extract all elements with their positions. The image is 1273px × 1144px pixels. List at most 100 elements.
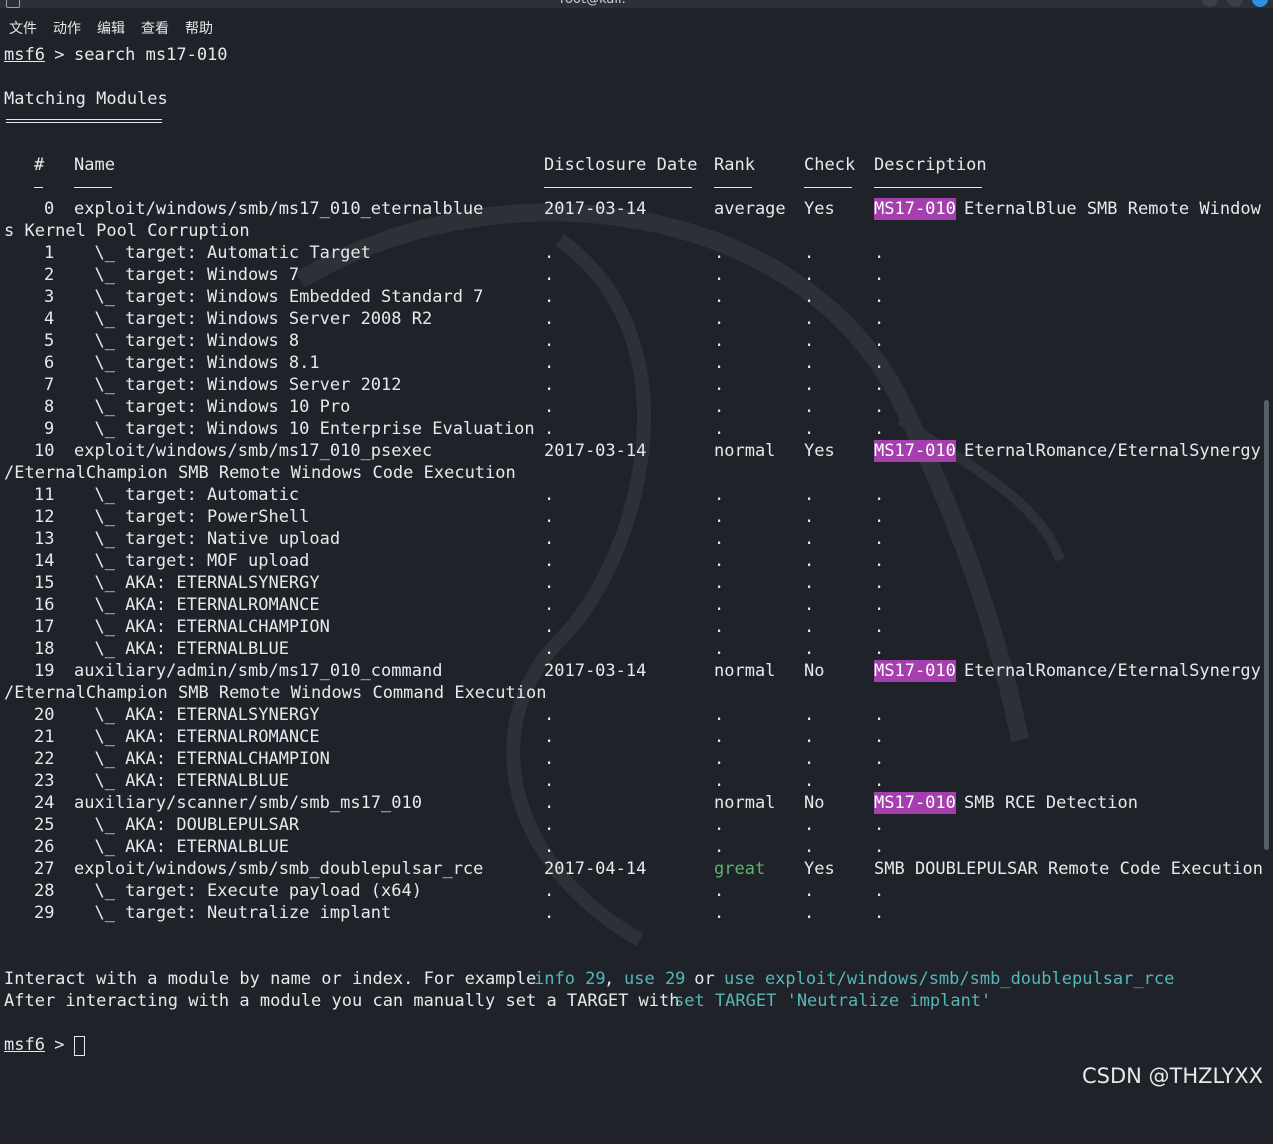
row-tag: MS17-010 [874, 198, 956, 220]
row-rank: . [714, 881, 725, 901]
row-rank: . [714, 507, 725, 527]
row-check: . [804, 705, 815, 725]
row-rank: average [714, 199, 786, 219]
row-description: . [874, 419, 885, 439]
row-check: . [804, 375, 815, 395]
header-check-underline [804, 187, 852, 188]
table-row: 10 exploit/windows/smb/ms17_010_psexec 201… [0, 440, 1273, 462]
row-date: . [544, 793, 555, 813]
row-description: . [874, 573, 885, 593]
prompt-name: msf6 [4, 45, 45, 65]
table-row: 8 \_ target: Windows 10 Pro.... [0, 396, 1273, 418]
header-description-underline [874, 187, 982, 188]
menu-item-edit[interactable]: 编辑 [97, 18, 125, 38]
row-date: . [544, 529, 555, 549]
row-name: \_ target: Automatic Target [74, 243, 371, 263]
row-description: . [874, 727, 885, 747]
row-date: . [544, 881, 555, 901]
row-description: EternalRomance/EternalSynergy [964, 441, 1261, 461]
table-row: 15 \_ AKA: ETERNALSYNERGY.... [0, 572, 1273, 594]
window-menu-icon[interactable] [6, 0, 20, 8]
table-row: 21 \_ AKA: ETERNALROMANCE.... [0, 726, 1273, 748]
row-check: Yes [804, 199, 835, 219]
heading-line: Matching Modules [0, 88, 1273, 110]
row-name: auxiliary/scanner/smb/smb_ms17_010 [74, 793, 422, 813]
table-row: 20 \_ AKA: ETERNALSYNERGY.... [0, 704, 1273, 726]
table-row: 14 \_ target: MOF upload.... [0, 550, 1273, 572]
row-date: . [544, 617, 555, 637]
row-num: 5 [44, 331, 55, 351]
prompt-name-2: msf6 [4, 1035, 45, 1055]
row-name: exploit/windows/smb/smb_doublepulsar_rce [74, 859, 484, 879]
table-row: 22 \_ AKA: ETERNALCHAMPION.... [0, 748, 1273, 770]
menu-item-action[interactable]: 动作 [53, 18, 81, 38]
row-name: exploit/windows/smb/ms17_010_eternalblue [74, 199, 484, 219]
footer-segment: After interacting with a module you can … [4, 991, 690, 1011]
table-row: 24 auxiliary/scanner/smb/smb_ms17_010. nor… [0, 792, 1273, 814]
row-date: . [544, 705, 555, 725]
row-description: . [874, 903, 885, 923]
row-date: . [544, 749, 555, 769]
row-check: . [804, 397, 815, 417]
table-row: 19 auxiliary/admin/smb/ms17_010_command 20… [0, 660, 1273, 682]
row-description: . [874, 617, 885, 637]
row-date: . [544, 419, 555, 439]
row-name: \_ AKA: ETERNALROMANCE [74, 727, 320, 747]
minimize-button[interactable] [1202, 0, 1218, 7]
row-num: 19 [34, 661, 55, 681]
row-description: . [874, 243, 885, 263]
row-num: 20 [34, 705, 55, 725]
maximize-button[interactable] [1227, 0, 1243, 7]
row-check: . [804, 485, 815, 505]
row-date: . [544, 639, 555, 659]
table-row: 6 \_ target: Windows 8.1.... [0, 352, 1273, 374]
row-date: . [544, 771, 555, 791]
menu-item-view[interactable]: 查看 [141, 18, 169, 38]
row-description: . [874, 639, 885, 659]
row-check: . [804, 265, 815, 285]
window-titlebar: root@kali: ~ [0, 0, 1273, 8]
menu-item-file[interactable]: 文件 [9, 18, 37, 38]
table-header: # Name Disclosure Date Rank Check Descri… [0, 154, 1273, 176]
table-row: 28 \_ target: Execute payload (x64).... [0, 880, 1273, 902]
row-date: . [544, 287, 555, 307]
table-row: 1 \_ target: Automatic Target.... [0, 242, 1273, 264]
footer-segment: Interact with a module by name or index.… [4, 969, 547, 989]
table-row: 7 \_ target: Windows Server 2012.... [0, 374, 1273, 396]
window-title: root@kali: ~ [560, 0, 641, 8]
row-rank: . [714, 331, 725, 351]
row-description: . [874, 507, 885, 527]
terminal-output[interactable]: msf6 > search ms17-010 Matching Modules … [0, 44, 1273, 1098]
table-row: 27 exploit/windows/smb/smb_doublepulsar_r… [0, 858, 1273, 880]
row-rank: great [714, 859, 766, 879]
row-check: . [804, 331, 815, 351]
row-check: . [804, 353, 815, 373]
row-rank: . [714, 287, 725, 307]
row-description-wrap: /EternalChampion SMB Remote Windows Code… [4, 463, 516, 483]
row-check: No [804, 793, 825, 813]
row-rank: . [714, 595, 725, 615]
row-rank: normal [714, 793, 776, 813]
row-description: . [874, 309, 885, 329]
table-row: 25 \_ AKA: DOUBLEPULSAR.... [0, 814, 1273, 836]
row-description: SMB DOUBLEPULSAR Remote Code Execution [874, 859, 1263, 879]
scrollbar[interactable] [1264, 400, 1269, 850]
input-prompt-line[interactable]: msf6 > [0, 1034, 1273, 1056]
header-rank: Rank [714, 155, 755, 175]
header-name: Name [74, 155, 115, 175]
row-num: 24 [34, 793, 55, 813]
row-num: 1 [44, 243, 55, 263]
row-tag: MS17-010 [874, 792, 956, 814]
row-description: . [874, 397, 885, 417]
table-row: 13 \_ target: Native upload.... [0, 528, 1273, 550]
close-button[interactable] [1252, 0, 1268, 7]
row-rank: . [714, 265, 725, 285]
row-name: \_ target: Windows 10 Pro [74, 397, 351, 417]
row-num: 28 [34, 881, 55, 901]
row-rank: normal [714, 661, 776, 681]
menu-item-help[interactable]: 帮助 [185, 18, 213, 38]
row-check: . [804, 551, 815, 571]
row-name: \_ target: MOF upload [74, 551, 310, 571]
row-name: \_ target: PowerShell [74, 507, 310, 527]
row-date: . [544, 353, 555, 373]
